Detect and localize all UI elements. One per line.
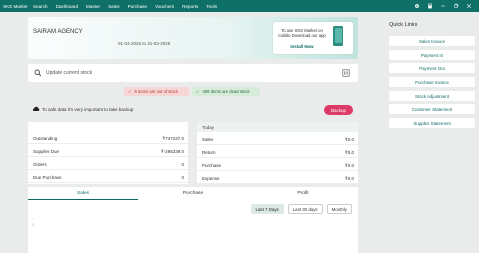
top-bar: SKS Market Search Dashboard Master Sales…: [0, 0, 479, 12]
minimize-icon: [441, 5, 445, 7]
check-icon: ✓: [128, 89, 132, 94]
row-value: ₹0.0: [344, 176, 354, 181]
install-now-link[interactable]: Install Now: [277, 44, 327, 49]
row-value: ₹0.0: [344, 137, 354, 142]
search-input[interactable]: Update current stock: [46, 70, 92, 76]
menu-reports[interactable]: Reports: [182, 4, 198, 9]
today-return-row: Return ₹0.0: [197, 146, 358, 158]
row-value: ₹0.0: [344, 150, 354, 155]
today-header: Today: [197, 122, 358, 132]
menu-sales[interactable]: Sales: [108, 4, 120, 9]
quick-link-payment-in[interactable]: Payment In: [389, 50, 475, 60]
minimize-button[interactable]: [437, 0, 449, 12]
row-value: ₹-295339.0: [160, 149, 184, 154]
outstanding-row[interactable]: Outstanding ₹747237.0: [28, 132, 188, 144]
backup-message: To safe data it's very important to take…: [42, 107, 134, 112]
tab-profit[interactable]: Profit: [248, 187, 358, 200]
out-of-stock-text: 6 Items are out of stock: [134, 89, 179, 94]
tab-purchase[interactable]: Purchase: [138, 187, 248, 200]
calculator-icon: [428, 3, 432, 9]
row-label: Supplier Due: [33, 149, 60, 154]
restore-button[interactable]: [450, 0, 462, 12]
quick-link-sales-invoice[interactable]: Sales Invoice: [389, 36, 475, 46]
menu-purchase[interactable]: Purchase: [128, 4, 147, 9]
quick-link-purchase-invoice[interactable]: Purchase Invoice: [389, 77, 475, 87]
row-label: Purchase: [202, 163, 222, 168]
cloud-icon: [32, 106, 40, 111]
main-menu: Search Dashboard Master Sales Purchase V…: [29, 4, 225, 9]
row-label: Due Purchase: [33, 175, 62, 180]
company-banner: SAIRAM AGENCY 01-04-2025 to 31-03-2026 T…: [28, 17, 358, 59]
restore-icon: [454, 3, 459, 8]
menu-vouchers[interactable]: Vouchers: [155, 4, 174, 9]
today-purchase-row: Purchase ₹0.0: [197, 159, 358, 171]
report-tabs: Sales Purchase Profit: [28, 187, 358, 200]
last-7-days-button[interactable]: Last 7 Days: [250, 204, 284, 214]
search-icon: [34, 69, 42, 77]
today-sales-row: Sales ₹0.0: [197, 133, 358, 145]
row-value: 0: [181, 175, 184, 180]
monthly-button[interactable]: Monthly: [326, 204, 352, 214]
calculator-button[interactable]: [424, 0, 436, 12]
dead-stock-badge[interactable]: ✓ 496 Items are dead stock: [192, 87, 260, 96]
phone-icon: [333, 26, 343, 46]
quick-link-payment-out[interactable]: Payment Out: [389, 63, 475, 73]
menu-tools[interactable]: Tools: [206, 4, 217, 9]
row-label: Return: [202, 150, 216, 155]
row-label: Sales: [202, 137, 214, 142]
row-label: Outstanding: [33, 136, 58, 141]
menu-master[interactable]: Master: [86, 4, 100, 9]
settings-button[interactable]: [411, 0, 423, 12]
menu-search[interactable]: Search: [33, 4, 48, 9]
today-panel: Today Sales ₹0.0 Return ₹0.0 Purchase ₹0…: [197, 122, 358, 184]
supplier-due-row[interactable]: Supplier Due ₹-295339.0: [28, 145, 188, 157]
backup-button[interactable]: Backup: [324, 105, 353, 115]
tab-sales[interactable]: Sales: [28, 187, 138, 200]
axis-label: 1: [32, 223, 34, 227]
row-value: ₹747237.0: [162, 136, 184, 141]
row-value: ₹0.0: [344, 163, 354, 168]
chart-area: Last 7 Days Last 30 days Monthly 1: [28, 200, 358, 253]
last-30-days-button[interactable]: Last 30 days: [287, 204, 323, 214]
financial-year: 01-04-2025 to 31-03-2026: [118, 41, 171, 46]
window-controls: [410, 0, 475, 12]
balances-panel: Outstanding ₹747237.0 Supplier Due ₹-295…: [28, 122, 188, 184]
today-label: Today: [202, 125, 215, 130]
menu-dashboard[interactable]: Dashboard: [56, 4, 78, 9]
row-label: Orders: [33, 162, 47, 167]
promo-text: To use SKS Market on mobile Download our…: [278, 28, 326, 39]
company-name: SAIRAM AGENCY: [33, 29, 83, 35]
row-value: 0: [181, 162, 184, 167]
check-icon: ✓: [196, 89, 200, 94]
stock-alerts: ✓ 6 Items are out of stock ✓ 496 Items a…: [124, 87, 263, 96]
close-icon: [466, 3, 472, 9]
quick-link-stock-adjustment[interactable]: Stock Adjustment: [389, 91, 475, 101]
orders-row[interactable]: Orders 0: [28, 158, 188, 170]
dead-stock-text: 496 Items are dead stock: [202, 89, 250, 94]
out-of-stock-badge[interactable]: ✓ 6 Items are out of stock: [124, 87, 189, 96]
app-title: SKS Market: [3, 3, 28, 9]
gear-icon: [415, 4, 419, 8]
barcode-scan-icon[interactable]: [342, 69, 350, 77]
backup-row: To safe data it's very important to take…: [28, 104, 358, 116]
quick-links-title: Quick Links: [389, 22, 418, 28]
app-promo-card: To use SKS Market on mobile Download our…: [273, 22, 353, 54]
due-purchase-row[interactable]: Due Purchase 0: [28, 171, 188, 183]
period-selector: Last 7 Days Last 30 days Monthly: [247, 204, 352, 214]
today-expense-row: Expense ₹0.0: [197, 172, 358, 184]
quick-link-supplier-statement[interactable]: Supplier Statement: [389, 118, 475, 128]
close-button[interactable]: [463, 0, 475, 12]
stock-search-bar[interactable]: Update current stock: [28, 64, 358, 82]
row-label: Expense: [202, 176, 220, 181]
sales-chart: 1: [32, 218, 354, 227]
quick-link-customer-statement[interactable]: Customer Statement: [389, 104, 475, 114]
